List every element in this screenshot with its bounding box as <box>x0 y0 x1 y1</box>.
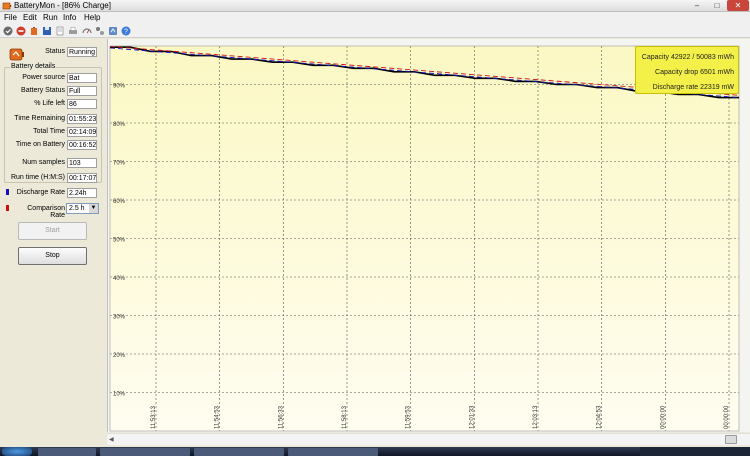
num-samples-label: Num samples <box>22 159 65 166</box>
y-tick-label: 40% <box>113 276 126 282</box>
config-icon[interactable] <box>95 26 105 36</box>
chevron-down-icon[interactable]: ▼ <box>89 204 98 213</box>
run-time-label: Run time (H:M:S) <box>10 174 65 181</box>
power-source-label: Power source <box>22 74 65 81</box>
battery-app-icon <box>2 2 12 10</box>
battery-details-title: Battery details <box>10 63 57 70</box>
info-box: Capacity 42922 / 50083 mWh Capacity drop… <box>635 46 739 94</box>
battery-icon[interactable] <box>29 26 39 36</box>
time-remaining-label: Time Remaining <box>14 115 65 122</box>
num-samples-value: 103 <box>67 158 97 168</box>
document-icon[interactable] <box>55 26 65 36</box>
x-tick-label: 11:53:13 <box>151 405 157 429</box>
menu-run[interactable]: Run <box>43 13 58 22</box>
total-time-label: Total Time <box>33 128 65 135</box>
y-tick-label: 90% <box>113 84 126 90</box>
power-source-value: Bat <box>67 73 97 83</box>
scroll-left-icon[interactable]: ◀ <box>109 435 119 445</box>
x-tick-label: 12:04:53 <box>597 405 603 429</box>
y-tick-label: 10% <box>113 392 126 398</box>
discharge-rate-value: 2.24h <box>67 188 97 198</box>
menu-info[interactable]: Info <box>63 13 76 22</box>
menu-help[interactable]: Help <box>84 13 100 22</box>
battery-chart: 90% 80% 70% 60% 50% 40% 30% 20% 10% 11:53:13 11:54… <box>107 39 750 432</box>
plot-background <box>110 46 739 431</box>
comparison-rate-select[interactable]: 2.5 h ▼ <box>66 203 99 214</box>
y-tick-label: 50% <box>113 238 126 244</box>
life-left-label: % Life left <box>34 100 65 107</box>
y-tick-label: 80% <box>113 122 126 128</box>
y-tick-label: 70% <box>113 161 126 167</box>
maximize-button[interactable]: □ <box>708 0 726 11</box>
x-tick-label: 12:01:33 <box>469 405 475 429</box>
x-tick-label: 12:03:13 <box>533 405 539 429</box>
menu-bar: File Edit Run Info Help <box>0 12 750 24</box>
battery-status-label: Battery Status <box>21 87 65 94</box>
status-label: Status <box>45 48 65 55</box>
print-icon[interactable] <box>68 26 78 36</box>
gauge-icon[interactable] <box>82 26 92 36</box>
taskbar <box>0 447 750 456</box>
start-icon[interactable] <box>3 26 13 36</box>
battery-status-value: Full <box>67 86 97 96</box>
x-tick-label: 11:54:53 <box>215 405 221 429</box>
time-remaining-value: 01:55:23 <box>67 114 97 124</box>
minimize-button[interactable]: – <box>688 0 706 11</box>
time-on-battery-value: 00:16:52 <box>67 140 97 150</box>
scroll-thumb[interactable] <box>725 435 737 444</box>
discharge-legend-swatch <box>6 189 9 195</box>
taskbar-item[interactable] <box>38 448 96 456</box>
capacity-text: Capacity 42922 / 50083 mWh <box>641 54 734 61</box>
start-button[interactable]: Start <box>18 222 87 240</box>
close-button[interactable]: ✕ <box>727 0 749 11</box>
stop-icon[interactable] <box>16 26 26 36</box>
run-time-value: 00:17:07 <box>67 173 97 183</box>
menu-edit[interactable]: Edit <box>23 13 37 22</box>
taskbar-item[interactable] <box>288 448 378 456</box>
capacity-drop-text: Capacity drop 6501 mWh <box>655 69 734 76</box>
help-icon[interactable]: ? <box>121 26 131 36</box>
system-tray <box>640 447 750 456</box>
toolbar: ? <box>0 24 750 38</box>
total-time-value: 02:14:09 <box>67 127 97 137</box>
x-tick-label: 11:58:13 <box>342 405 348 429</box>
comparison-rate-value: 2.5 h <box>69 205 85 212</box>
x-tick-label: 00:00:00 <box>660 405 666 429</box>
save-icon[interactable] <box>42 26 52 36</box>
y-tick-label: 20% <box>113 353 126 359</box>
taskbar-item[interactable] <box>194 448 284 456</box>
stop-button[interactable]: Stop <box>18 247 87 265</box>
menu-file[interactable]: File <box>4 13 17 22</box>
settings-icon[interactable] <box>108 26 118 36</box>
taskbar-item[interactable] <box>100 448 190 456</box>
window-title: BatteryMon - [86% Charge] <box>14 1 111 10</box>
y-tick-label: 60% <box>113 199 126 205</box>
y-tick-label: 30% <box>113 315 126 321</box>
x-tick-label: 11:59:53 <box>406 405 412 429</box>
x-tick-label: 00:00:00 <box>724 405 730 429</box>
status-value: Running <box>67 47 97 57</box>
comparison-legend-swatch <box>6 205 9 211</box>
x-tick-label: 11:56:33 <box>278 405 284 429</box>
time-on-battery-label: Time on Battery <box>15 141 65 148</box>
battery-chart-svg: 90% 80% 70% 60% 50% 40% 30% 20% 10% 11:53:13 11:54… <box>109 45 740 432</box>
title-bar: BatteryMon - [86% Charge] – □ ✕ <box>0 0 750 12</box>
life-left-value: 86 <box>67 99 97 109</box>
start-orb-icon[interactable] <box>2 447 32 456</box>
stats-panel: Status Running Battery details Power sou… <box>0 39 105 447</box>
chart-horizontal-scrollbar[interactable]: ◀ <box>107 433 750 445</box>
svg-text:?: ? <box>124 29 128 36</box>
discharge-rate-label: Discharge Rate <box>16 189 65 196</box>
comparison-rate-label: Comparison Rate <box>27 205 65 219</box>
discharge-rate-text: Discharge rate 22319 mW <box>652 84 734 91</box>
